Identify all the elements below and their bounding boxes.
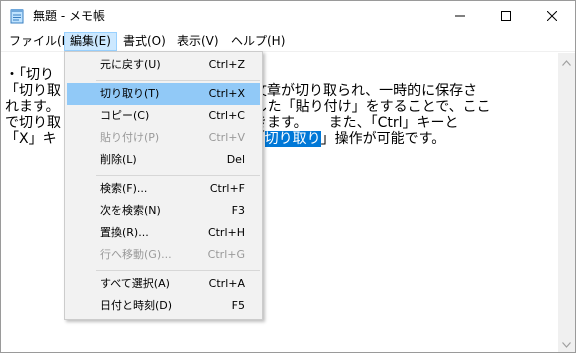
window-title: 無題 - メモ帳	[33, 9, 105, 23]
menu-item-find-next[interactable]: 次を検索(N) F3	[67, 200, 260, 222]
minimize-icon	[455, 11, 465, 21]
menu-item-select-all[interactable]: すべて選択(A) Ctrl+A	[67, 273, 260, 295]
menu-item-date-time[interactable]: 日付と時刻(D) F5	[67, 295, 260, 317]
menu-item-replace[interactable]: 置換(R)... Ctrl+H	[67, 222, 260, 244]
notepad-window: 無題 - メモ帳 ファイル(F) 編集(E) 書式(O) 表示(V) ヘルプ(H…	[0, 0, 576, 353]
menu-item-delete[interactable]: 削除(L) Del	[67, 149, 260, 171]
minimize-button[interactable]	[437, 1, 483, 31]
chevron-up-icon	[562, 55, 571, 69]
menu-edit[interactable]: 編集(E)	[64, 32, 117, 51]
menu-item-undo[interactable]: 元に戻す(U) Ctrl+Z	[67, 54, 260, 76]
selected-text[interactable]: 切り取り	[264, 131, 321, 147]
menu-item-find[interactable]: 検索(F)... Ctrl+F	[67, 178, 260, 200]
menu-item-goto: 行へ移動(G)... Ctrl+G	[100, 248, 245, 261]
menu-separator	[96, 270, 260, 271]
close-button[interactable]	[529, 1, 575, 31]
edit-menu-dropdown: 元に戻す(U) Ctrl+Z 切り取り(T) Ctrl+X コピー(C) Ctr…	[64, 51, 263, 320]
menu-item-copy[interactable]: コピー(C) Ctrl+C	[67, 105, 260, 127]
close-icon	[547, 11, 557, 21]
menu-item-cut[interactable]: 切り取り(T) Ctrl+X	[67, 83, 260, 105]
menu-separator	[96, 175, 260, 176]
chevron-down-icon	[562, 337, 571, 351]
maximize-button[interactable]	[483, 1, 529, 31]
scroll-up-button[interactable]	[558, 53, 575, 70]
menu-format[interactable]: 書式(O)	[117, 32, 172, 51]
menu-separator	[96, 80, 260, 81]
title-bar[interactable]: 無題 - メモ帳	[1, 1, 575, 31]
vertical-scrollbar[interactable]	[558, 53, 575, 352]
menu-view[interactable]: 表示(V)	[171, 32, 225, 51]
scroll-down-button[interactable]	[558, 335, 575, 352]
notepad-icon	[9, 8, 25, 24]
menu-help[interactable]: ヘルプ(H)	[225, 32, 291, 51]
menu-bar: ファイル(F) 編集(E) 書式(O) 表示(V) ヘルプ(H)	[1, 31, 575, 52]
maximize-icon	[501, 11, 511, 21]
menu-item-paste: 貼り付け(P) Ctrl+V	[100, 131, 245, 144]
